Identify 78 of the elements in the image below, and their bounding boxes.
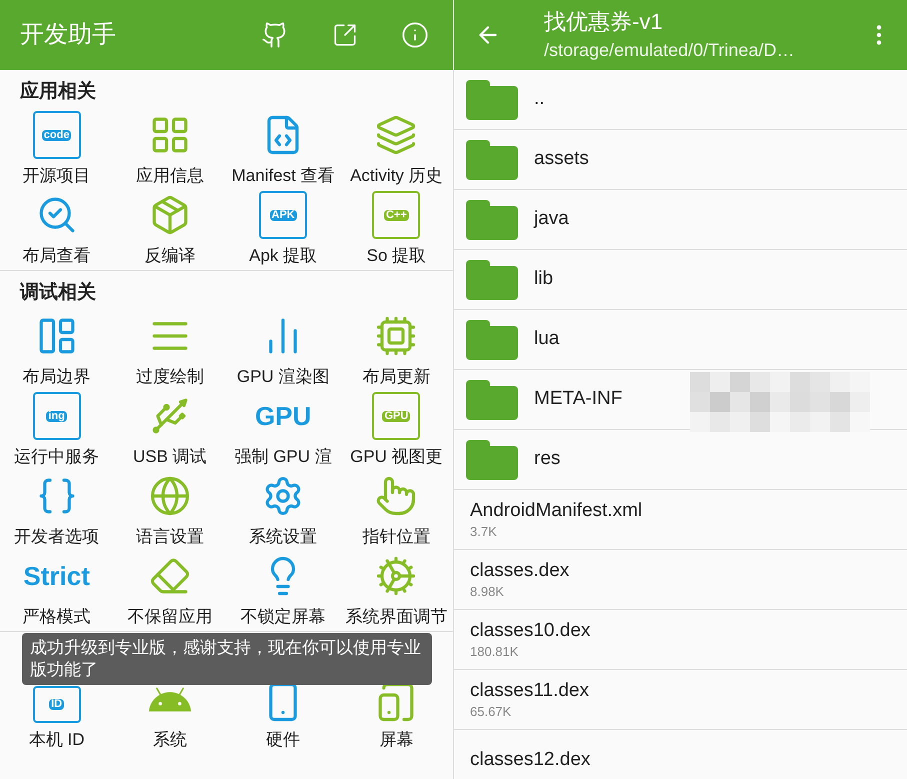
folder-name: .. <box>534 87 545 112</box>
folder-icon <box>466 440 518 480</box>
tool-item[interactable]: 系统 <box>113 686 226 756</box>
file-row[interactable]: classes12.dex <box>454 730 907 779</box>
tool-item[interactable]: GPU GPU 视图更 <box>340 391 453 471</box>
tool-item[interactable]: GPU 强制 GPU 渲 <box>226 391 340 471</box>
folder-path: /storage/emulated/0/Trinea/D… <box>544 39 796 62</box>
chip-icon: GPU <box>372 392 420 440</box>
section-title: 应用相关 <box>20 80 96 104</box>
tool-item[interactable]: 不锁定屏幕 <box>226 551 340 631</box>
tool-item[interactable]: 系统界面调节 <box>340 551 453 631</box>
section-title: 调试相关 <box>20 280 96 304</box>
app-title: 开发助手 <box>20 20 117 50</box>
tool-item[interactable]: 过度绘制 <box>113 311 226 391</box>
folder-name: META-INF <box>534 387 622 412</box>
document-icon: code <box>32 111 81 160</box>
tool-item[interactable]: APK Apk 提取 <box>226 190 340 270</box>
tool-item[interactable]: GPU 渲染图 <box>226 311 340 391</box>
folder-name: assets <box>534 147 589 172</box>
upgrade-toast: 成功升级到专业版，感谢支持，现在你可以使用专业版功能了 <box>22 633 432 685</box>
file-row[interactable]: classes.dex 8.98K <box>454 550 907 610</box>
pointer-icon <box>375 475 418 518</box>
tool-item[interactable]: 不保留应用 <box>113 551 226 631</box>
file-name: AndroidManifest.xml <box>470 498 644 522</box>
file-size: 3.7K <box>470 522 498 540</box>
tool-item[interactable]: code 开源项目 <box>0 110 114 190</box>
tool-item[interactable]: Activity 历史 <box>340 110 453 190</box>
folder-icon <box>466 320 518 360</box>
tool-item[interactable]: 布局更新 <box>340 311 453 391</box>
tool-item[interactable]: C++ So 提取 <box>340 190 453 270</box>
folder-icon <box>466 80 518 120</box>
gpu-icon: GPU <box>254 392 312 440</box>
tool-item[interactable]: ing 运行中服务 <box>0 391 114 471</box>
tool-item[interactable]: 屏幕 <box>340 686 453 756</box>
folder-row[interactable]: lua <box>454 310 907 370</box>
file-row[interactable]: classes10.dex 180.81K <box>454 610 907 670</box>
tool-item[interactable]: 应用信息 <box>113 110 226 190</box>
strict-icon: Strict <box>23 552 90 600</box>
folder-row[interactable]: .. <box>454 70 907 130</box>
tool-item[interactable]: 硬件 <box>226 686 340 756</box>
folder-name: lua <box>534 327 560 352</box>
folder-name: res <box>534 447 560 472</box>
tool-item[interactable]: 反编译 <box>113 190 226 270</box>
file-row[interactable]: AndroidManifest.xml 3.7K <box>454 490 907 550</box>
file-name: classes10.dex <box>470 618 592 642</box>
layers-icon <box>375 114 418 156</box>
apk-file-icon: APK <box>259 191 308 240</box>
folder-icon <box>466 380 518 420</box>
folder-row[interactable]: lib <box>454 250 907 310</box>
gear-icon <box>375 555 418 598</box>
file-row[interactable]: classes11.dex 65.67K <box>454 670 907 730</box>
tool-item[interactable]: Manifest 查看 <box>226 110 340 190</box>
tool-item[interactable]: 语言设置 <box>113 471 226 551</box>
chip-icon <box>375 315 418 358</box>
folder-icon <box>466 200 518 240</box>
file-size: 180.81K <box>470 642 520 660</box>
folder-name: lib <box>534 267 554 292</box>
cpp-file-icon: C++ <box>372 191 420 240</box>
file-name: classes.dex <box>470 558 570 582</box>
tool-item[interactable]: 系统设置 <box>226 471 340 551</box>
tool-item[interactable]: 开发者选项 <box>0 471 114 551</box>
tag-icon: ing <box>32 392 81 440</box>
file-size: 8.98K <box>470 582 505 600</box>
folder-row[interactable]: java <box>454 190 907 250</box>
folder-row[interactable]: assets <box>454 130 907 190</box>
tool-item[interactable]: USB 调试 <box>113 391 226 471</box>
globe-icon <box>148 475 191 518</box>
tool-item[interactable]: 布局边界 <box>0 311 114 391</box>
folder-name: java <box>534 207 569 232</box>
folder-icon <box>466 260 518 300</box>
tool-item[interactable]: 布局查看 <box>0 190 114 270</box>
file-name: classes11.dex <box>470 678 590 702</box>
file-size: 65.67K <box>470 702 512 720</box>
file-name: classes12.dex <box>470 748 592 772</box>
folder-icon <box>466 140 518 180</box>
tool-item[interactable]: Strict 严格模式 <box>0 551 114 631</box>
tool-item[interactable]: 指针位置 <box>340 471 453 551</box>
folder-title: 找优惠券-v1 <box>544 8 664 36</box>
